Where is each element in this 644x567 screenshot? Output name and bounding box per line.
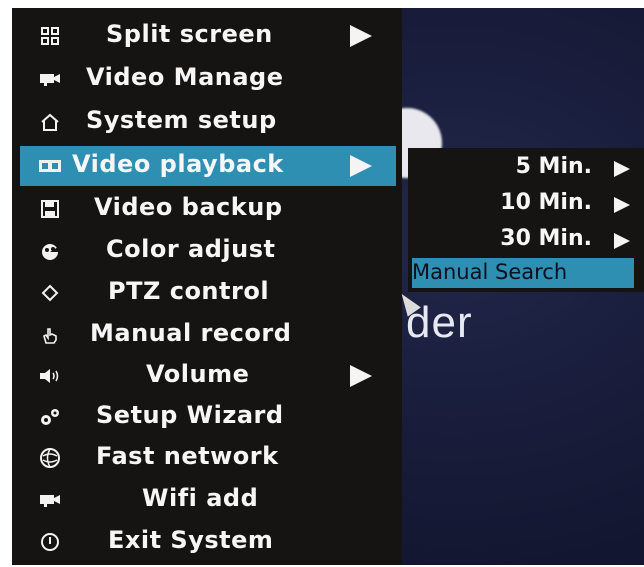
menu-item-ptz-control[interactable]: PTZ control	[12, 273, 402, 313]
playback-submenu: 5 Min. 10 Min. 30 Min. Manual Search	[408, 148, 644, 292]
submenu-label: 30 Min.	[500, 226, 592, 251]
menu-item-video-backup[interactable]: Video backup	[12, 189, 402, 229]
camera-icon	[38, 67, 62, 91]
menu-label: System setup	[86, 106, 277, 134]
globe-icon	[38, 446, 62, 470]
submenu-arrow-icon	[350, 25, 372, 47]
menu-item-video-manage[interactable]: Video Manage	[12, 59, 402, 99]
submenu-item-manual-search[interactable]: Manual Search	[412, 258, 634, 288]
menu-label: Color adjust	[106, 235, 276, 263]
floppy-icon	[38, 197, 62, 221]
menu-item-video-playback[interactable]: Video playback	[20, 146, 396, 186]
menu-item-split-screen[interactable]: Split screen	[12, 16, 402, 56]
submenu-arrow-icon	[614, 233, 630, 249]
submenu-label: 10 Min.	[500, 190, 592, 215]
menu-label: Manual record	[90, 319, 292, 347]
menu-item-system-setup[interactable]: System setup	[12, 102, 402, 142]
submenu-item-30-min[interactable]: 30 Min.	[408, 224, 644, 258]
camera-icon	[38, 488, 62, 512]
main-menu: Split screen Video Manage System setup V…	[12, 8, 402, 565]
menu-item-fast-network[interactable]: Fast network	[12, 438, 402, 478]
menu-label: Wifi add	[142, 484, 259, 512]
dvr-screen: der Split screen Video Manage System set…	[12, 8, 644, 565]
film-icon	[38, 154, 62, 178]
submenu-arrow-icon	[350, 155, 372, 177]
menu-item-volume[interactable]: Volume	[12, 356, 402, 396]
menu-label: Video playback	[72, 150, 284, 178]
menu-label: Volume	[146, 360, 250, 388]
menu-item-exit-system[interactable]: Exit System	[12, 522, 402, 562]
home-icon	[38, 110, 62, 134]
submenu-item-10-min[interactable]: 10 Min.	[408, 188, 644, 222]
menu-item-wifi-add[interactable]: Wifi add	[12, 480, 402, 520]
submenu-arrow-icon	[614, 161, 630, 177]
menu-label: Video Manage	[86, 63, 284, 91]
menu-item-color-adjust[interactable]: Color adjust	[12, 231, 402, 271]
submenu-label: 5 Min.	[515, 154, 592, 179]
palette-icon	[38, 239, 62, 263]
power-icon	[38, 530, 62, 554]
hand-icon	[38, 323, 62, 347]
menu-label: Setup Wizard	[96, 401, 284, 429]
menu-item-setup-wizard[interactable]: Setup Wizard	[12, 397, 402, 437]
grid-icon	[38, 24, 62, 48]
menu-label: Fast network	[96, 442, 279, 470]
submenu-item-5-min[interactable]: 5 Min.	[408, 152, 644, 186]
speaker-icon	[38, 364, 62, 388]
submenu-label: Manual Search	[412, 260, 568, 284]
submenu-arrow-icon	[350, 365, 372, 387]
menu-label: Video backup	[94, 193, 283, 221]
menu-label: Split screen	[106, 20, 273, 48]
menu-item-manual-record[interactable]: Manual record	[12, 315, 402, 355]
menu-label: Exit System	[108, 526, 274, 554]
menu-label: PTZ control	[108, 277, 270, 305]
submenu-arrow-icon	[614, 197, 630, 213]
gears-icon	[38, 405, 62, 429]
ptz-icon	[38, 281, 62, 305]
